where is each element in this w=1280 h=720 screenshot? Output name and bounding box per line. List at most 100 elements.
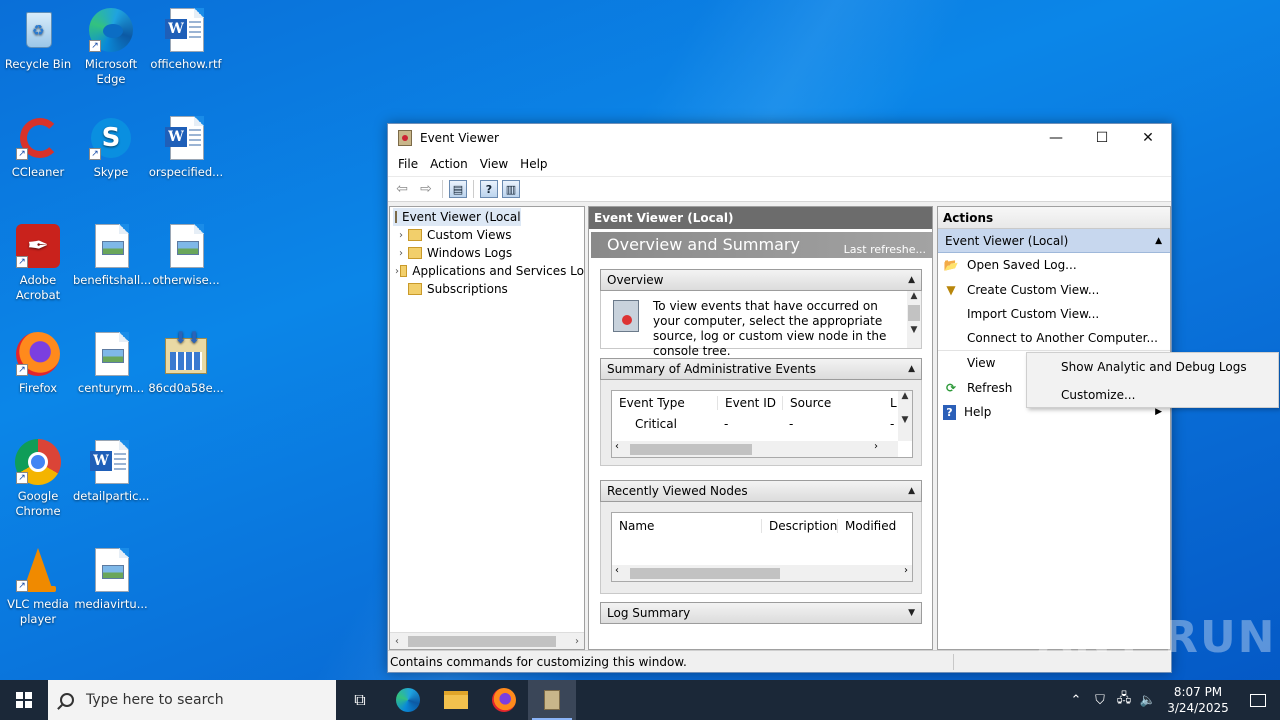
table-horizontal-scrollbar[interactable]: ‹ › [612,565,912,581]
menu-item-customize[interactable]: Customize... [1027,381,1278,409]
network-icon[interactable]: 🖧 [1112,689,1136,711]
tree-horizontal-scrollbar[interactable]: ‹ › [390,632,584,649]
admin-events-section-header[interactable]: Summary of Administrative Events ▲ [600,358,922,380]
status-separator [953,654,954,670]
collapse-caret-icon[interactable]: ▲ [1155,229,1162,253]
desktop-icon-firefox[interactable]: ↗ Firefox [0,330,76,396]
action-connect-to-another-computer[interactable]: Connect to Another Computer... [938,327,1170,351]
table-horizontal-scrollbar[interactable]: ‹ › [612,441,898,457]
tree-item-label: Custom Views [427,228,512,242]
expand-arrow-icon[interactable]: › [394,248,408,259]
taskbar: Type here to search ⧉ ⌃ ⛉ 🖧 🔈 8:07 PM 3/… [0,680,1280,720]
forward-arrow-icon[interactable]: ⇨ [416,179,436,199]
desktop-icon-microsoft-edge[interactable]: ↗ Microsoft Edge [73,6,149,87]
volume-icon[interactable]: 🔈 [1136,693,1160,708]
column-header[interactable]: Source [783,396,883,410]
desktop-icon-skype[interactable]: S ↗ Skype [73,114,149,180]
scrollbar-thumb[interactable] [630,444,752,455]
tree-item-label: Subscriptions [427,282,508,296]
actions-header: Actions [938,207,1170,229]
show-hide-console-tree-icon[interactable]: ▤ [449,180,467,198]
table-cell: - [789,417,794,431]
desktop-icon-officehow[interactable]: W officehow.rtf [148,6,224,72]
menu-item-show-analytic-debug-logs[interactable]: Show Analytic and Debug Logs [1027,353,1278,381]
start-button[interactable] [0,680,48,720]
show-hidden-icons-chevron-icon[interactable]: ⌃ [1064,693,1088,708]
desktop-icon-benefitshall[interactable]: benefitshall... [73,222,151,288]
column-header[interactable]: Description [762,519,838,533]
tree-item-custom-views[interactable]: › Custom Views [390,226,584,244]
desktop-icon-vlc[interactable]: ↗ VLC media player [0,546,76,627]
desktop-icon-recycle-bin[interactable]: ♻ Recycle Bin [0,6,76,72]
last-refreshed-label: Last refreshe... [843,243,926,256]
tree-item-windows-logs[interactable]: › Windows Logs [390,244,584,262]
taskbar-file-explorer[interactable] [432,680,480,720]
shortcut-arrow-icon: ↗ [16,580,28,592]
notification-center-button[interactable] [1236,693,1280,707]
desktop-icon-orspecified[interactable]: W orspecified... [148,114,224,180]
taskbar-event-viewer[interactable] [528,680,576,720]
title-bar[interactable]: Event Viewer — ☐ ✕ [388,124,1171,152]
desktop-icon-detailpartic[interactable]: W detailpartic... [73,438,149,504]
task-view-button[interactable]: ⧉ [336,680,384,720]
taskbar-search-box[interactable]: Type here to search [48,680,336,720]
firefox-icon: ↗ [14,330,62,378]
action-import-custom-view[interactable]: Import Custom View... [938,302,1170,327]
overview-vertical-scrollbar[interactable]: ▲ ▼ [907,291,921,348]
scroll-right-icon[interactable]: › [570,636,584,647]
column-header[interactable]: Event Type [612,396,718,410]
scroll-right-icon[interactable]: › [904,565,908,576]
desktop-icon-centurym[interactable]: centurym... [73,330,149,396]
desktop-icon-otherwise[interactable]: otherwise... [148,222,224,288]
scroll-left-icon[interactable]: ‹ [390,636,404,647]
actions-section-event-viewer-local[interactable]: Event Viewer (Local) ▲ [938,229,1170,253]
menu-bar: File Action View Help [388,152,1171,176]
table-vertical-scrollbar[interactable]: ▲ ▼ [898,391,912,441]
scroll-right-icon[interactable]: › [874,441,878,452]
desktop-icon-google-chrome[interactable]: ↗ Google Chrome [0,438,76,519]
menu-file[interactable]: File [392,157,424,171]
column-header[interactable]: L [883,396,899,410]
back-arrow-icon[interactable]: ⇦ [392,179,412,199]
desktop-icon-adobe-acrobat[interactable]: ✒ ↗ Adobe Acrobat [0,222,76,303]
menu-view[interactable]: View [474,157,514,171]
action-open-saved-log[interactable]: 📂 Open Saved Log... [938,253,1170,278]
scrollbar-thumb[interactable] [408,635,556,647]
overview-section-header[interactable]: Overview ▲ [600,269,922,291]
table-row[interactable]: Critical - - - [612,415,912,433]
tree-item-event-viewer-local[interactable]: Event Viewer (Local) [393,208,521,226]
image-file-icon [87,222,135,270]
expand-arrow-icon[interactable]: › [394,230,408,241]
recent-nodes-section-header[interactable]: Recently Viewed Nodes ▲ [600,480,922,502]
clock[interactable]: 8:07 PM 3/24/2025 [1160,684,1236,716]
collapse-caret-icon[interactable]: ▲ [908,270,915,290]
menu-help[interactable]: Help [514,157,553,171]
security-icon[interactable]: ⛉ [1088,693,1112,708]
menu-action[interactable]: Action [424,157,474,171]
scroll-left-icon[interactable]: ‹ [615,441,619,452]
collapse-caret-icon[interactable]: ▲ [908,359,915,379]
show-hide-action-pane-icon[interactable]: ▥ [502,180,520,198]
desktop-icon-mediavirtu[interactable]: mediavirtu... [73,546,149,612]
log-summary-section-header[interactable]: Log Summary ▼ [600,602,922,624]
tree-item-applications-and-services[interactable]: › Applications and Services Lo [390,262,584,280]
scroll-left-icon[interactable]: ‹ [615,565,619,576]
minimize-button[interactable]: — [1033,124,1079,152]
desktop-icon-label: orspecified... [148,165,224,179]
maximize-button[interactable]: ☐ [1079,124,1125,152]
column-header[interactable]: Modified [838,519,912,533]
action-create-custom-view[interactable]: ▼ Create Custom View... [938,278,1170,303]
help-icon[interactable]: ? [480,180,498,198]
desktop-icon-ccleaner[interactable]: ↗ CCleaner [0,114,76,180]
taskbar-firefox[interactable] [480,680,528,720]
taskbar-edge[interactable] [384,680,432,720]
close-button[interactable]: ✕ [1125,124,1171,152]
column-header[interactable]: Name [612,519,762,533]
expand-caret-icon[interactable]: ▼ [908,603,915,623]
tree-item-subscriptions[interactable]: Subscriptions [390,280,584,298]
installer-package-icon: ⬇⬇ [162,330,210,378]
desktop-icon-86cd0a58e[interactable]: ⬇⬇ 86cd0a58e... [148,330,224,396]
scrollbar-thumb[interactable] [630,568,780,579]
column-header[interactable]: Event ID [718,396,783,410]
collapse-caret-icon[interactable]: ▲ [908,481,915,501]
